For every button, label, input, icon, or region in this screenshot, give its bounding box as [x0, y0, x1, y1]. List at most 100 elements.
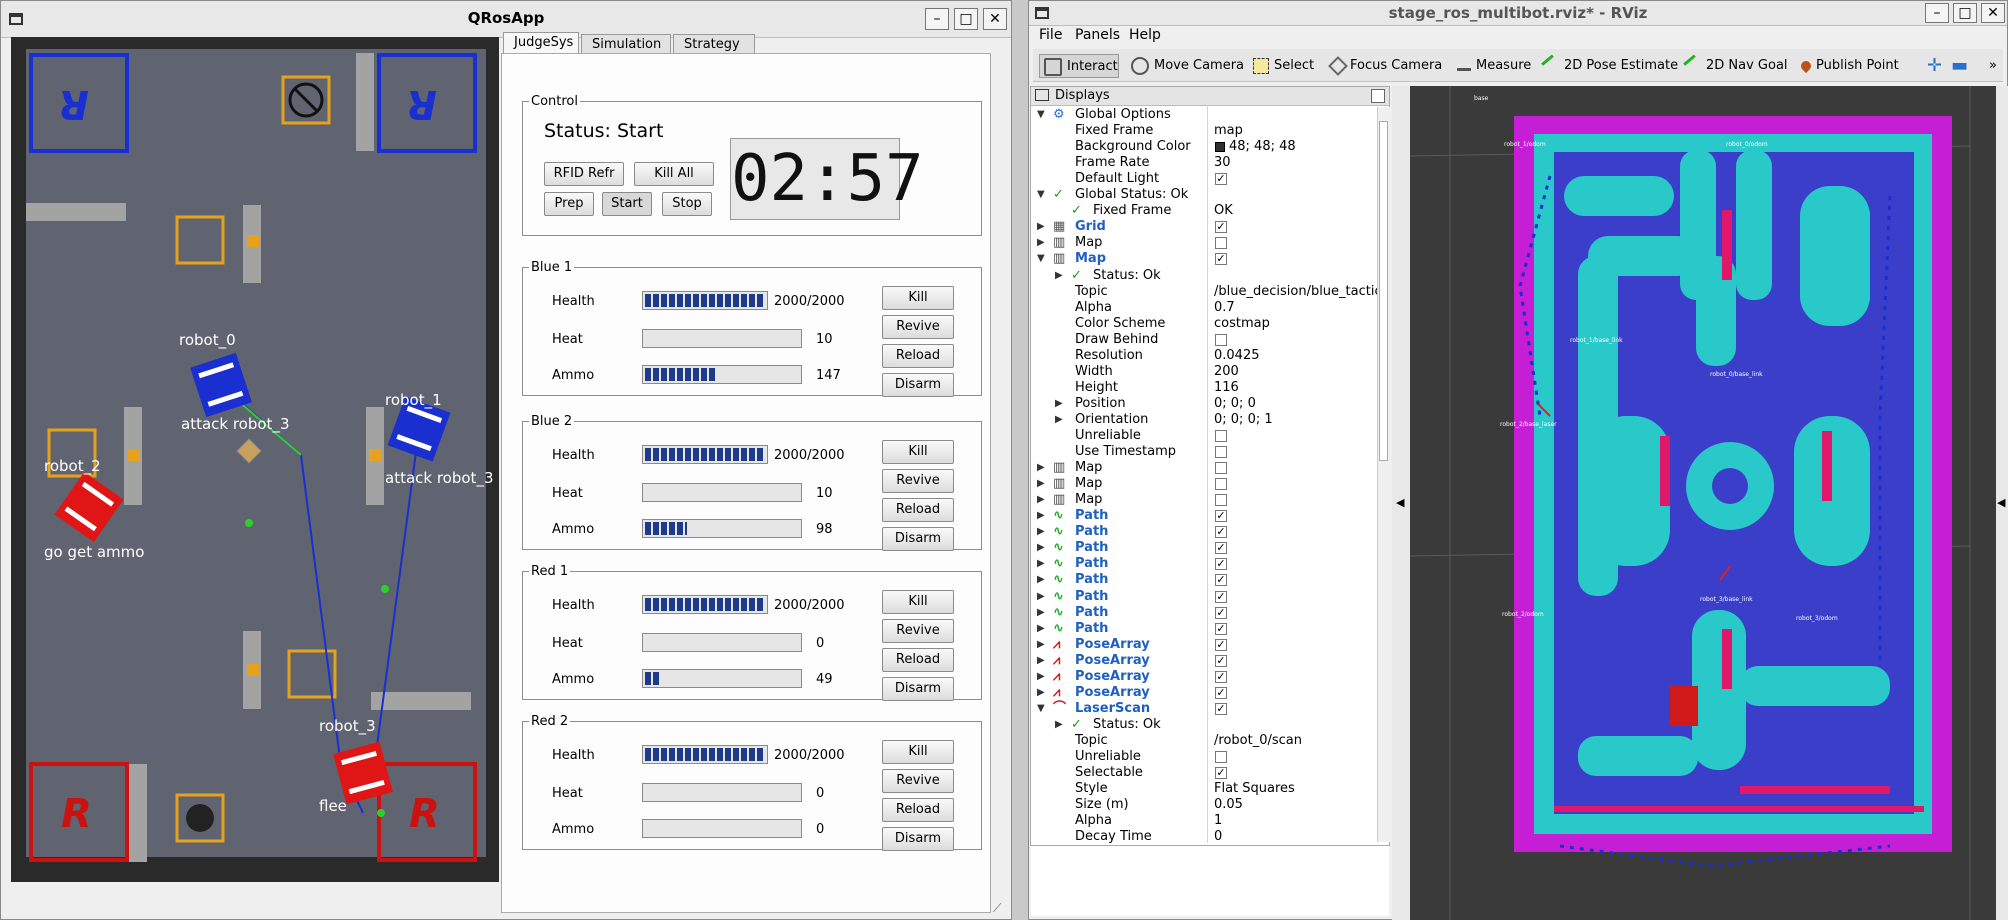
left-splitter[interactable]: ◀ [1392, 86, 1410, 920]
tab-strategy[interactable]: Strategy [673, 34, 755, 54]
display-checkbox[interactable]: ✓ [1215, 654, 1227, 667]
scrollbar-thumb[interactable] [1379, 121, 1388, 461]
display-row-value[interactable]: 0; 0; 0; 1 [1214, 412, 1273, 428]
display-row-value[interactable]: 30 [1214, 155, 1231, 171]
display-row[interactable]: Alpha 0.7 [1031, 300, 1377, 316]
display-row[interactable]: ▶ ⩘ PoseArray ✓ [1031, 685, 1377, 701]
display-checkbox[interactable]: ✓ [1215, 173, 1227, 186]
display-checkbox[interactable]: ✓ [1215, 686, 1227, 699]
expand-right-icon[interactable]: ▶ [1037, 637, 1045, 653]
battlefield-view[interactable]: R R R R robot_0 attack robot_3 robot_1 a… [11, 37, 499, 882]
display-row[interactable]: ▼ ⌒ LaserScan ✓ [1031, 701, 1377, 717]
display-row[interactable]: ▶ ▥ Map [1031, 492, 1377, 508]
expand-down-icon[interactable]: ▼ [1037, 107, 1045, 123]
display-checkbox[interactable]: ✓ [1215, 606, 1227, 619]
tool-measure[interactable]: Measure [1457, 54, 1531, 78]
display-row-value[interactable]: 0 [1214, 829, 1222, 845]
prep-button[interactable]: Prep [544, 192, 594, 216]
menu-help[interactable]: Help [1129, 27, 1161, 43]
display-checkbox[interactable] [1215, 333, 1227, 346]
display-row[interactable]: ▶ Orientation 0; 0; 0; 1 [1031, 412, 1377, 428]
reload-button[interactable]: Reload [882, 344, 954, 368]
disarm-button[interactable]: Disarm [882, 677, 954, 701]
display-checkbox[interactable]: ✓ [1215, 574, 1227, 587]
start-button[interactable]: Start [602, 192, 652, 216]
menu-file[interactable]: File [1039, 27, 1062, 43]
display-checkbox[interactable] [1215, 478, 1227, 491]
display-row[interactable]: ▶ ⩘ PoseArray ✓ [1031, 637, 1377, 653]
displays-scrollbar[interactable] [1377, 107, 1390, 842]
disarm-button[interactable]: Disarm [882, 527, 954, 551]
resize-grip-icon[interactable]: ⟋ [993, 901, 1001, 916]
display-row[interactable]: ▼ ✓ Global Status: Ok [1031, 187, 1377, 203]
collapse-left-icon[interactable]: ◀ [1396, 496, 1404, 509]
display-row[interactable]: ▶ ✓ Status: Ok [1031, 268, 1377, 284]
display-row[interactable]: Use Timestamp [1031, 444, 1377, 460]
display-row[interactable]: ▶ ∿ Path ✓ [1031, 540, 1377, 556]
display-checkbox[interactable]: ✓ [1215, 622, 1227, 635]
display-row[interactable]: Background Color 48; 48; 48 [1031, 139, 1377, 155]
display-row[interactable]: Width 200 [1031, 364, 1377, 380]
display-row[interactable]: Alpha 1 [1031, 813, 1377, 829]
disarm-button[interactable]: Disarm [882, 373, 954, 397]
display-row-value[interactable]: Flat Squares [1214, 781, 1295, 797]
displays-tree[interactable]: ▼ ⚙ Global Options Fixed Frame map Background… [1031, 107, 1388, 845]
display-row[interactable]: Topic/robot_0/scan [1031, 733, 1377, 749]
display-row-value[interactable]: 200 [1214, 364, 1239, 380]
expand-right-icon[interactable]: ▶ [1037, 219, 1045, 235]
stop-button[interactable]: Stop [662, 192, 712, 216]
expand-right-icon[interactable]: ▶ [1037, 556, 1045, 572]
display-checkbox[interactable] [1215, 237, 1227, 250]
display-row[interactable]: ▶ ∿ Path ✓ [1031, 605, 1377, 621]
collapse-right-icon[interactable]: ◀ [1997, 496, 2005, 509]
maximize-button[interactable]: □ [954, 8, 978, 30]
display-checkbox[interactable]: ✓ [1215, 221, 1227, 234]
expand-right-icon[interactable]: ▶ [1055, 717, 1063, 733]
undock-icon[interactable] [1371, 89, 1385, 103]
display-checkbox[interactable]: ✓ [1215, 510, 1227, 523]
display-row[interactable]: ▶ ∿ Path ✓ [1031, 621, 1377, 637]
menu-panels[interactable]: Panels [1075, 27, 1120, 43]
display-row[interactable]: ▶ ▥ Map [1031, 235, 1377, 251]
kill-all-button[interactable]: Kill All [634, 162, 714, 186]
display-row-value[interactable]: 116 [1214, 380, 1239, 396]
display-checkbox[interactable]: ✓ [1215, 590, 1227, 603]
display-row[interactable]: Default Light ✓ [1031, 171, 1377, 187]
display-checkbox[interactable] [1215, 446, 1227, 459]
right-splitter[interactable]: ◀ [1996, 86, 2008, 920]
display-row-value[interactable]: 0; 0; 0 [1214, 396, 1256, 412]
expand-right-icon[interactable]: ▶ [1037, 524, 1045, 540]
expand-right-icon[interactable]: ▶ [1055, 268, 1063, 284]
add-tool-icon[interactable]: ✛ [1927, 54, 1942, 78]
expand-right-icon[interactable]: ▶ [1037, 685, 1045, 701]
expand-right-icon[interactable]: ▶ [1037, 508, 1045, 524]
display-row-value[interactable]: 0.05 [1214, 797, 1243, 813]
display-row[interactable]: ▶ ∿ Path ✓ [1031, 508, 1377, 524]
reload-button[interactable]: Reload [882, 798, 954, 822]
display-row[interactable]: Frame Rate 30 [1031, 155, 1377, 171]
display-checkbox[interactable] [1215, 751, 1227, 763]
display-row[interactable]: Selectable ✓ [1031, 765, 1377, 781]
kill-button[interactable]: Kill [882, 740, 954, 764]
expand-down-icon[interactable]: ▼ [1037, 187, 1045, 203]
display-row[interactable]: Topic/blue_decision/blue_tactic_ [1031, 284, 1388, 300]
display-row-value[interactable]: costmap [1214, 316, 1270, 332]
display-row[interactable]: Unreliable [1031, 428, 1377, 444]
minimize-button[interactable]: – [925, 8, 949, 30]
tool-move-camera[interactable]: Move Camera [1131, 54, 1244, 78]
display-row-value[interactable]: 48; 48; 48 [1229, 139, 1296, 155]
expand-down-icon[interactable]: ▼ [1037, 701, 1045, 717]
expand-right-icon[interactable]: ▶ [1055, 396, 1063, 412]
expand-right-icon[interactable]: ▶ [1055, 412, 1063, 428]
display-row[interactable]: ▶ ▥ Map [1031, 460, 1377, 476]
expand-right-icon[interactable]: ▶ [1037, 605, 1045, 621]
expand-right-icon[interactable]: ▶ [1037, 589, 1045, 605]
display-row-value[interactable]: 0.7 [1214, 300, 1235, 316]
display-row[interactable]: ▶ ▦ Grid ✓ [1031, 219, 1377, 235]
display-checkbox[interactable]: ✓ [1215, 638, 1227, 651]
display-row[interactable]: Decay Time 0 [1031, 829, 1377, 845]
expand-right-icon[interactable]: ▶ [1037, 540, 1045, 556]
display-row-value[interactable]: /robot_0/scan [1214, 733, 1302, 749]
display-row[interactable]: ▶ ✓ Status: Ok [1031, 717, 1377, 733]
tool-interact[interactable]: Interact [1039, 54, 1119, 78]
